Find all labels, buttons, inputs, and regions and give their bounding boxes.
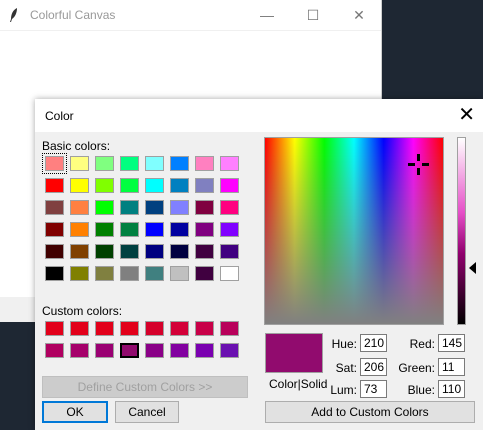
basic-color-swatch[interactable] <box>120 266 139 281</box>
basic-color-swatch[interactable] <box>220 266 239 281</box>
basic-color-swatch[interactable] <box>70 244 89 259</box>
basic-color-swatch[interactable] <box>95 178 114 193</box>
basic-color-swatch[interactable] <box>70 222 89 237</box>
basic-color-swatch[interactable] <box>170 244 189 259</box>
custom-color-swatch[interactable] <box>220 321 239 336</box>
sat-field[interactable]: 206 <box>360 358 387 376</box>
basic-color-swatch[interactable] <box>145 244 164 259</box>
basic-color-swatch[interactable] <box>195 200 214 215</box>
hue-label: Hue: <box>331 337 357 351</box>
basic-color-swatch[interactable] <box>195 266 214 281</box>
red-label: Red: <box>409 337 435 351</box>
custom-color-swatch[interactable] <box>120 343 139 358</box>
custom-color-swatch[interactable] <box>195 321 214 336</box>
custom-color-swatch[interactable] <box>145 343 164 358</box>
red-field[interactable]: 145 <box>438 334 465 352</box>
parent-titlebar[interactable]: Colorful Canvas — ☐ ✕ <box>0 0 381 30</box>
custom-color-swatch[interactable] <box>95 321 114 336</box>
basic-color-swatch[interactable] <box>95 222 114 237</box>
lum-label: Lum: <box>330 383 357 397</box>
custom-color-swatch[interactable] <box>170 343 189 358</box>
basic-color-swatch[interactable] <box>70 200 89 215</box>
basic-color-swatch[interactable] <box>45 222 64 237</box>
custom-color-swatch[interactable] <box>145 321 164 336</box>
maximize-button[interactable]: ☐ <box>290 0 336 30</box>
basic-color-swatch[interactable] <box>170 156 189 171</box>
basic-color-swatch[interactable] <box>195 222 214 237</box>
basic-color-swatch[interactable] <box>45 244 64 259</box>
basic-color-swatch[interactable] <box>145 266 164 281</box>
green-field[interactable]: 11 <box>438 358 465 376</box>
color-solid-preview <box>265 333 323 373</box>
luminosity-arrow-icon[interactable] <box>469 262 476 274</box>
minimize-button[interactable]: — <box>244 0 290 30</box>
parent-window-title: Colorful Canvas <box>30 8 116 22</box>
blue-label: Blue: <box>407 383 435 397</box>
basic-color-swatch[interactable] <box>70 178 89 193</box>
basic-color-swatch[interactable] <box>195 244 214 259</box>
basic-colors-label: Basic colors: <box>42 139 111 153</box>
custom-color-swatch[interactable] <box>170 321 189 336</box>
custom-color-swatch[interactable] <box>95 343 114 358</box>
basic-color-swatch[interactable] <box>145 156 164 171</box>
basic-color-swatch[interactable] <box>42 153 67 174</box>
basic-color-swatch[interactable] <box>120 178 139 193</box>
basic-color-swatch[interactable] <box>220 244 239 259</box>
color-dialog: Color ✕ Basic colors: Custom colors: Def… <box>35 99 483 430</box>
basic-color-swatch[interactable] <box>45 266 64 281</box>
dialog-close-button[interactable]: ✕ <box>458 103 475 127</box>
custom-color-swatch[interactable] <box>45 321 64 336</box>
cancel-button[interactable]: Cancel <box>115 401 179 423</box>
custom-color-swatch[interactable] <box>195 343 214 358</box>
basic-color-swatch[interactable] <box>145 222 164 237</box>
feather-icon <box>10 8 17 22</box>
lum-field[interactable]: 73 <box>360 380 387 398</box>
basic-color-swatch[interactable] <box>120 244 139 259</box>
basic-color-swatch[interactable] <box>170 200 189 215</box>
add-to-custom-colors-button[interactable]: Add to Custom Colors <box>265 401 475 423</box>
custom-color-swatch[interactable] <box>220 343 239 358</box>
basic-color-swatch[interactable] <box>45 178 64 193</box>
basic-color-swatch[interactable] <box>220 200 239 215</box>
green-label: Green: <box>398 361 435 375</box>
custom-color-swatch[interactable] <box>45 343 64 358</box>
basic-color-swatch[interactable] <box>145 200 164 215</box>
basic-color-swatch[interactable] <box>220 222 239 237</box>
define-custom-colors-button: Define Custom Colors >> <box>42 376 248 398</box>
basic-color-swatch[interactable] <box>195 178 214 193</box>
basic-color-swatch[interactable] <box>70 156 89 171</box>
basic-color-swatch[interactable] <box>145 178 164 193</box>
basic-color-swatch[interactable] <box>170 178 189 193</box>
basic-color-swatch[interactable] <box>170 222 189 237</box>
basic-color-swatch[interactable] <box>95 266 114 281</box>
basic-color-swatch[interactable] <box>220 156 239 171</box>
basic-color-swatch[interactable] <box>170 266 189 281</box>
blue-field[interactable]: 110 <box>438 380 465 398</box>
basic-color-swatch[interactable] <box>120 222 139 237</box>
basic-color-swatch[interactable] <box>195 156 214 171</box>
custom-colors-label: Custom colors: <box>42 304 123 318</box>
basic-color-swatch[interactable] <box>120 156 139 171</box>
basic-color-swatch[interactable] <box>95 200 114 215</box>
sat-label: Sat: <box>335 361 357 375</box>
luminosity-bar[interactable] <box>457 137 466 325</box>
basic-color-swatch[interactable] <box>220 178 239 193</box>
custom-color-swatch[interactable] <box>120 321 139 336</box>
custom-color-swatch[interactable] <box>70 343 89 358</box>
basic-color-swatch[interactable] <box>120 200 139 215</box>
basic-color-swatch[interactable] <box>45 200 64 215</box>
basic-color-swatch[interactable] <box>95 244 114 259</box>
crosshair-icon[interactable] <box>408 154 429 175</box>
basic-color-swatch[interactable] <box>95 156 114 171</box>
custom-color-swatch[interactable] <box>70 321 89 336</box>
parent-close-button[interactable]: ✕ <box>336 0 382 30</box>
ok-button[interactable]: OK <box>42 401 108 423</box>
dialog-title: Color <box>45 109 74 123</box>
hue-field[interactable]: 210 <box>360 334 387 352</box>
dialog-titlebar[interactable]: Color ✕ <box>35 99 483 132</box>
basic-color-swatch[interactable] <box>70 266 89 281</box>
